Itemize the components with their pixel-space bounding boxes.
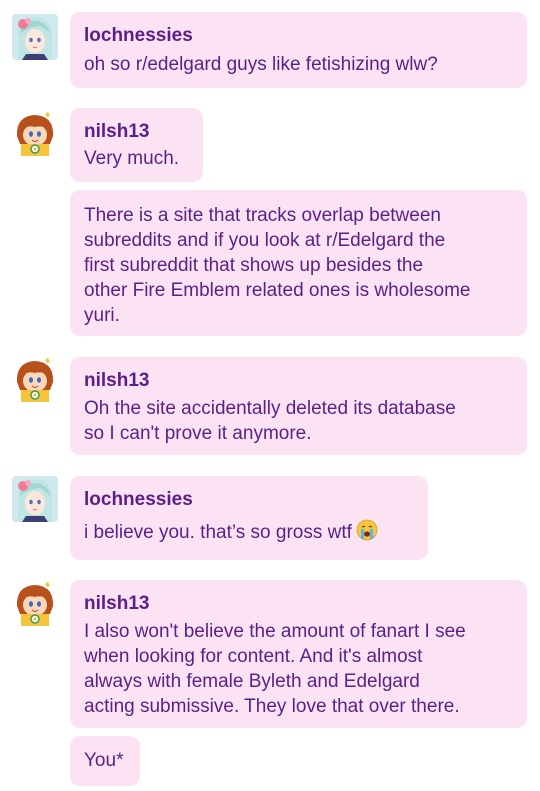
avatar-nilsh13[interactable] — [12, 356, 58, 402]
message-bubble-4: nilsh13 Oh the site accidentally deleted… — [70, 357, 527, 455]
message-line: always with female Byleth and Edelgard — [84, 671, 420, 692]
message-text: I also won't believe the amount of fanar… — [84, 619, 466, 719]
message-line: yuri. — [84, 305, 120, 326]
message-text: oh so r/edelgard guys like fetishizing w… — [84, 52, 438, 77]
author-name[interactable]: nilsh13 — [84, 370, 149, 392]
message-line: acting submissive. They love that over t… — [84, 696, 460, 717]
message-line: subreddits and if you look at r/Edelgard… — [84, 230, 446, 251]
lochnessies-avatar-icon — [12, 476, 58, 522]
message-bubble-2: nilsh13 Very much. — [70, 108, 203, 182]
loudly-crying-face-icon — [356, 519, 378, 548]
author-name[interactable]: nilsh13 — [84, 121, 149, 143]
message-bubble-3: There is a site that tracks overlap betw… — [70, 190, 527, 336]
message-text: Oh the site accidentally deleted its dat… — [84, 396, 456, 446]
message-text: You* — [84, 748, 123, 773]
avatar-nilsh13[interactable] — [12, 110, 58, 156]
daisy-avatar-icon — [12, 110, 58, 156]
message-bubble-1: lochnessies oh so r/edelgard guys like f… — [70, 12, 527, 88]
message-bubble-5: lochnessies i believe you. that’s so gro… — [70, 476, 428, 560]
message-line: I also won't believe the amount of fanar… — [84, 621, 466, 642]
message-bubble-6: nilsh13 I also won't believe the amount … — [70, 580, 527, 728]
message-line: Oh the site accidentally deleted its dat… — [84, 398, 456, 419]
message-line: other Fire Emblem related ones is wholes… — [84, 280, 471, 301]
message-line: Very much. — [84, 148, 180, 169]
message-line: oh so r/edelgard guys like fetishizing w… — [84, 54, 438, 75]
message-line: There is a site that tracks overlap betw… — [84, 205, 441, 226]
daisy-avatar-icon — [12, 356, 58, 402]
message-text: There is a site that tracks overlap betw… — [84, 203, 471, 328]
author-name[interactable]: lochnessies — [84, 25, 193, 47]
message-text: i believe you. that’s so gross wtf — [84, 519, 378, 548]
message-line: first subreddit that shows up besides th… — [84, 255, 424, 276]
message-line: i believe you. that’s so gross wtf — [84, 519, 378, 548]
daisy-avatar-icon — [12, 580, 58, 626]
message-line: You* — [84, 750, 124, 771]
message-bubble-7: You* — [70, 736, 140, 786]
avatar-nilsh13[interactable] — [12, 580, 58, 626]
lochnessies-avatar-icon — [12, 14, 58, 60]
message-line-text: i believe you. that’s so gross wtf — [84, 522, 352, 543]
avatar-lochnessies[interactable] — [12, 14, 58, 60]
author-name[interactable]: lochnessies — [84, 489, 193, 511]
message-line: so I can't prove it anymore. — [84, 423, 312, 444]
message-text: Very much. — [84, 146, 179, 171]
message-line: when looking for content. And it's almos… — [84, 646, 423, 667]
author-name[interactable]: nilsh13 — [84, 593, 149, 615]
avatar-lochnessies[interactable] — [12, 476, 58, 522]
